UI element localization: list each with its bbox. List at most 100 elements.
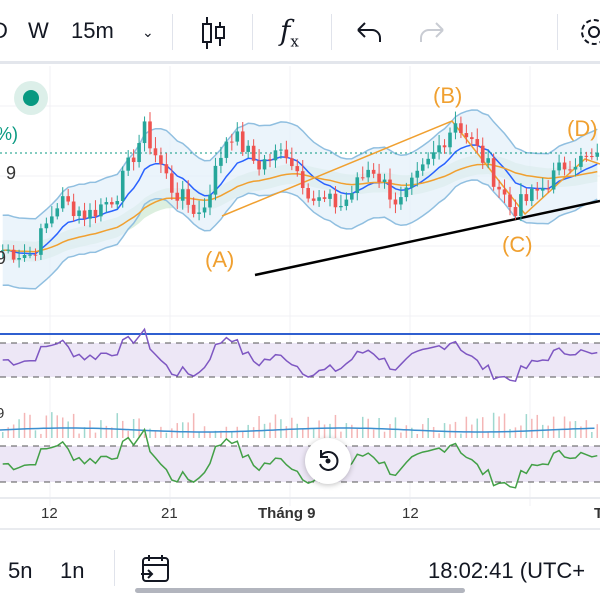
candle-body (497, 186, 501, 190)
price-change-label: %) (0, 124, 18, 144)
candle-body (197, 212, 201, 214)
candle-body (153, 148, 158, 156)
candle-body (71, 201, 76, 217)
candle-body (213, 165, 218, 195)
range-1n-button[interactable]: 1n (60, 558, 84, 584)
candle-body (393, 199, 398, 205)
chevron-down-icon[interactable]: ⌄ (142, 24, 154, 41)
candle-body (546, 188, 550, 190)
candle-body (404, 187, 409, 198)
divider (557, 14, 558, 50)
candle-body (66, 196, 70, 202)
candle-body (126, 157, 130, 171)
go-to-date-calendar-icon[interactable] (140, 554, 172, 584)
live-dot-icon (23, 90, 39, 106)
candle-body (584, 155, 589, 157)
candle-body (33, 254, 38, 256)
volume-scale-label: 9 (0, 405, 5, 422)
candle-body (50, 216, 54, 224)
interval-15m[interactable]: 15m (71, 18, 114, 44)
candle-body (55, 208, 60, 217)
candle-body (290, 158, 294, 167)
candle-body (568, 169, 572, 171)
wave-label-d: (D) (567, 116, 598, 141)
candle-body (377, 173, 381, 183)
candle-body (284, 149, 289, 159)
candle-body (175, 192, 180, 201)
candle-body (137, 143, 141, 163)
undo-icon[interactable] (355, 20, 383, 44)
candle-body (317, 197, 321, 201)
scrollbar[interactable] (135, 588, 465, 593)
candle-body (360, 177, 365, 179)
candle-body (6, 249, 10, 251)
candle-body (519, 194, 523, 217)
candle-body (355, 177, 360, 194)
candle-body (262, 159, 267, 170)
candle-body (590, 156, 594, 158)
candle-body (475, 139, 480, 146)
timezone-clock[interactable]: 18:02:41 (UTC+ (428, 558, 585, 584)
range-5n-button[interactable]: 5n (8, 558, 32, 584)
candle-body (44, 223, 49, 229)
candle-body (142, 121, 147, 144)
candle-body (524, 194, 529, 201)
candle-body (573, 166, 578, 170)
candle-body (180, 189, 185, 201)
candle-body (311, 198, 316, 201)
time-axis-label: T (594, 505, 600, 522)
price-scale-label: 9 (6, 163, 17, 183)
indicators-fx-icon[interactable]: fx (280, 14, 299, 51)
candle-body (39, 228, 43, 255)
candle-body (415, 170, 420, 178)
candle-body (246, 145, 250, 152)
price-chart[interactable] (0, 66, 600, 526)
redo-icon[interactable] (418, 20, 446, 44)
candle-body (470, 137, 474, 140)
candle-body (366, 169, 370, 178)
candle-body (60, 196, 65, 209)
candle-body (442, 145, 447, 148)
wave-label-a: (A) (205, 247, 235, 272)
candle-body (420, 164, 425, 171)
candle-body (513, 207, 518, 217)
candle-body (22, 254, 27, 259)
candle-body (104, 202, 109, 205)
candle-body (480, 145, 485, 163)
status-dot[interactable] (14, 81, 48, 115)
settings-gear-icon[interactable] (576, 14, 600, 50)
time-axis-label: 21 (161, 505, 178, 522)
candle-body (595, 152, 600, 157)
candle-body (464, 133, 469, 138)
candle-body (159, 155, 163, 165)
reset-icon (319, 450, 339, 471)
candle-body (230, 141, 234, 143)
divider (331, 14, 332, 50)
candle-body (115, 201, 120, 205)
candle-body (219, 157, 223, 166)
interval-w[interactable]: W (28, 18, 49, 44)
candle-body (502, 189, 507, 195)
candle-body (453, 123, 458, 133)
candle-body (279, 149, 283, 151)
candle-body (399, 197, 403, 205)
bottom-toolbar: 5n 1n 18:02:41 (UTC+ (0, 528, 600, 600)
candle-body (540, 188, 545, 191)
candle-body (257, 160, 261, 170)
candle-body (328, 193, 332, 199)
candle-body (535, 188, 540, 191)
time-axis-label: Tháng 9 (258, 505, 316, 522)
candle-body (11, 249, 16, 260)
time-axis-label: 12 (41, 505, 58, 522)
candle-body (371, 169, 376, 174)
reset-chart-button[interactable] (305, 438, 351, 484)
candle-body (557, 162, 561, 171)
candle-body (410, 177, 414, 188)
interval-d[interactable]: D (0, 18, 8, 44)
divider (172, 14, 173, 50)
candle-body (28, 254, 32, 256)
candle-body (508, 194, 512, 208)
candle-body (388, 179, 392, 200)
candlestick-chart-type-icon[interactable] (200, 16, 226, 50)
candle-body (339, 205, 343, 208)
